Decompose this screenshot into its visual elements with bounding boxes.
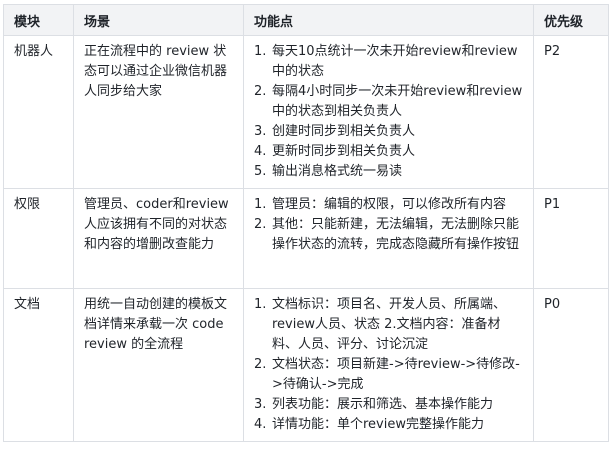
cell-module: 机器人: [3, 35, 74, 189]
table-row: 机器人 正在流程中的 review 状态可以通过企业微信机器人同步给大家 每天1…: [3, 35, 609, 189]
cell-scene: 用统一自动创建的模板文档详情来承载一次 code review 的全流程: [73, 288, 244, 442]
feature-list: 管理员：编辑的权限，可以修改所有内容 其他：只能新建，无法编辑，无法删除只能操作…: [254, 195, 523, 255]
list-item: 输出消息格式统一易读: [254, 162, 403, 182]
list-item: 文档标识：项目名、开发人员、所属端、review人员、状态 2.文档内容：准备材…: [254, 295, 507, 352]
list-item: 列表功能：展示和筛选、基本操作能力: [254, 395, 494, 415]
cell-module: 权限: [3, 188, 74, 289]
table-row: 权限 管理员、coder和review人应该拥有不同的对状态和内容的增删改查能力…: [3, 188, 609, 289]
cell-priority: P1: [533, 188, 609, 289]
cell-features: 每天10点统计一次未开始review和review中的状态 每隔4小时同步一次未…: [243, 35, 534, 189]
cell-scene: 正在流程中的 review 状态可以通过企业微信机器人同步给大家: [73, 35, 244, 189]
feature-list: 文档标识：项目名、开发人员、所属端、review人员、状态 2.文档内容：准备材…: [254, 295, 523, 435]
header-scene: 场景: [73, 4, 244, 36]
requirements-table: 模块 场景 功能点 优先级 机器人 正在流程中的 review 状态可以通过企业…: [3, 4, 609, 442]
requirements-table-container: 模块 场景 功能点 优先级 机器人 正在流程中的 review 状态可以通过企业…: [3, 4, 609, 442]
feature-list: 每天10点统计一次未开始review和review中的状态 每隔4小时同步一次未…: [254, 42, 523, 182]
list-item: 更新时同步到相关负责人: [254, 142, 416, 162]
cell-priority: P2: [533, 35, 609, 189]
cell-features: 文档标识：项目名、开发人员、所属端、review人员、状态 2.文档内容：准备材…: [243, 288, 534, 442]
cell-module: 文档: [3, 288, 74, 442]
header-module: 模块: [3, 4, 74, 36]
header-features: 功能点: [243, 4, 534, 36]
list-item: 其他：只能新建，无法编辑，无法删除只能操作状态的流转，完成态隐藏所有操作按钮: [254, 215, 520, 252]
cell-priority: P0: [533, 288, 609, 442]
cell-scene: 管理员、coder和review人应该拥有不同的对状态和内容的增删改查能力: [73, 188, 244, 289]
list-item: 详情功能：单个review完整操作能力: [254, 415, 484, 435]
list-item: 每隔4小时同步一次未开始review和review中的状态到相关负责人: [254, 82, 523, 119]
list-item: 每天10点统计一次未开始review和review中的状态: [254, 42, 518, 79]
list-item: 创建时同步到相关负责人: [254, 122, 416, 142]
list-item: 管理员：编辑的权限，可以修改所有内容: [254, 195, 507, 215]
cell-features: 管理员：编辑的权限，可以修改所有内容 其他：只能新建，无法编辑，无法删除只能操作…: [243, 188, 534, 289]
table-row: 文档 用统一自动创建的模板文档详情来承载一次 code review 的全流程 …: [3, 288, 609, 442]
table-header-row: 模块 场景 功能点 优先级: [3, 4, 609, 36]
header-priority: 优先级: [533, 4, 609, 36]
list-item: 文档状态：项目新建->待review->待修改->待确认->完成: [254, 355, 520, 392]
